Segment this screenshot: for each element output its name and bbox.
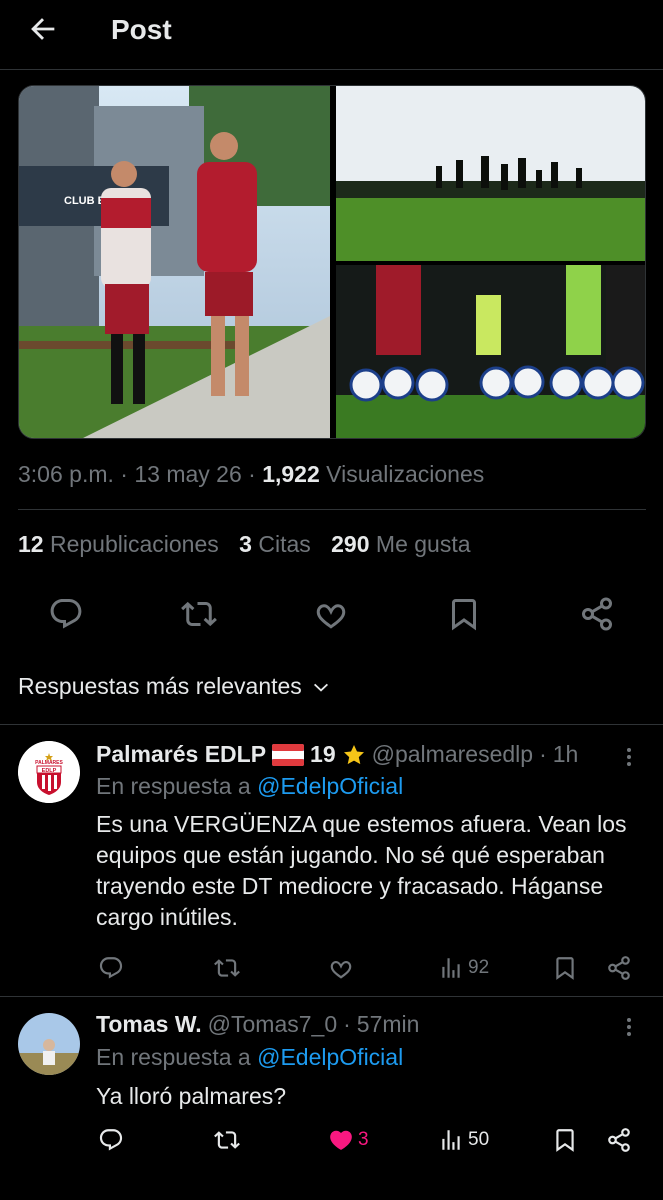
divider	[18, 509, 646, 510]
post-views-count: 1,922	[262, 461, 320, 487]
share-icon[interactable]	[606, 953, 632, 983]
page-title: Post	[111, 14, 172, 45]
flag-icon	[272, 743, 305, 766]
more-options-icon[interactable]	[617, 745, 641, 769]
photo-training-field[interactable]	[336, 86, 645, 261]
sort-label: Respuestas más relevantes	[18, 673, 302, 699]
reply-author-badge-text: 19	[310, 741, 336, 767]
quotes-stat[interactable]: 3 Citas	[239, 531, 311, 557]
reply-author-handle[interactable]: @Tomas7_0	[208, 1011, 337, 1038]
post-time: 3:06 p.m.	[18, 461, 114, 487]
reply-action-bar: 92	[96, 953, 636, 983]
repost-icon[interactable]	[214, 1125, 240, 1155]
reply-to-mention[interactable]: @EdelpOficial	[257, 773, 403, 799]
reposts-stat[interactable]: 12 Republicaciones	[18, 531, 219, 557]
reply-to-line: En respuesta a @EdelpOficial	[96, 1044, 404, 1070]
reply-icon[interactable]	[98, 953, 124, 983]
avatar-logo-text: EDLP	[42, 768, 57, 774]
share-icon[interactable]	[606, 1125, 632, 1155]
likes-stat[interactable]: 290 Me gusta	[331, 531, 470, 557]
photo-players-walking[interactable]: CLUB ESTUD	[19, 86, 330, 438]
replies-sort-dropdown[interactable]: Respuestas más relevantes	[18, 673, 330, 700]
reply-action-bar: 3 50	[96, 1125, 636, 1155]
reply-text: Ya lloró palmares?	[96, 1083, 287, 1109]
post-views-label[interactable]: Visualizaciones	[326, 461, 484, 487]
post-date: 13 may 26	[134, 461, 242, 487]
reply-view-count: 92	[468, 957, 490, 978]
reply-to-mention[interactable]: @EdelpOficial	[257, 1044, 403, 1070]
like-icon[interactable]: 3	[328, 1125, 369, 1155]
top-bar: Post	[0, 0, 663, 70]
repost-icon[interactable]	[214, 953, 240, 983]
reply-time: 57min	[356, 1011, 420, 1037]
reply-item[interactable]: Tomas W. @Tomas7_0 · 57min En respuesta …	[0, 996, 663, 1200]
reply-to-line: En respuesta a @EdelpOficial	[96, 773, 404, 799]
star-icon	[343, 744, 364, 764]
reply-icon[interactable]	[98, 1125, 124, 1155]
like-icon[interactable]	[313, 596, 349, 632]
reply-header: Palmarés EDLP 19 @palmaresedlp · 1h	[96, 741, 579, 768]
more-options-icon[interactable]	[617, 1015, 641, 1039]
bookmark-icon[interactable]	[552, 953, 578, 983]
repost-icon[interactable]	[181, 596, 217, 632]
back-arrow-icon[interactable]	[26, 12, 60, 46]
bookmark-icon[interactable]	[552, 1125, 578, 1155]
views-icon	[442, 958, 460, 978]
reply-header: Tomas W. @Tomas7_0 · 57min	[96, 1011, 420, 1038]
bookmark-icon[interactable]	[446, 596, 482, 632]
reply-text: Es una VERGÜENZA que estemos afuera. Vea…	[96, 811, 627, 930]
post-action-bar	[0, 590, 663, 638]
post-stats: 12 Republicaciones 3 Citas 290 Me gusta	[18, 531, 485, 558]
avatar[interactable]	[18, 1013, 80, 1075]
reply-view-count: 50	[468, 1129, 490, 1150]
views-stat[interactable]: 92	[438, 953, 489, 983]
reply-item[interactable]: PALMARES EDLP Palmarés EDLP 19 @palmares…	[0, 724, 663, 996]
avatar-logo-top: PALMARES	[35, 760, 63, 766]
reply-icon[interactable]	[48, 596, 84, 632]
post-meta: 3:06 p.m. · 13 may 26 · 1,922 Visualizac…	[18, 461, 485, 487]
media-grid: CLUB ESTUD	[18, 85, 646, 439]
like-icon[interactable]	[328, 953, 358, 983]
views-icon	[442, 1130, 460, 1150]
photo-soccer-balls[interactable]	[336, 265, 645, 438]
share-icon[interactable]	[579, 596, 615, 632]
reply-like-count: 3	[358, 1129, 369, 1150]
reply-author-handle[interactable]: @palmaresedlp	[372, 741, 533, 768]
reply-author-name[interactable]: Tomas W.	[96, 1011, 202, 1038]
reply-author-name[interactable]: Palmarés EDLP	[96, 741, 266, 768]
views-stat[interactable]: 50	[438, 1125, 489, 1155]
reply-time: 1h	[552, 741, 579, 767]
avatar[interactable]: PALMARES EDLP	[18, 741, 80, 803]
chevron-down-icon	[313, 683, 328, 692]
